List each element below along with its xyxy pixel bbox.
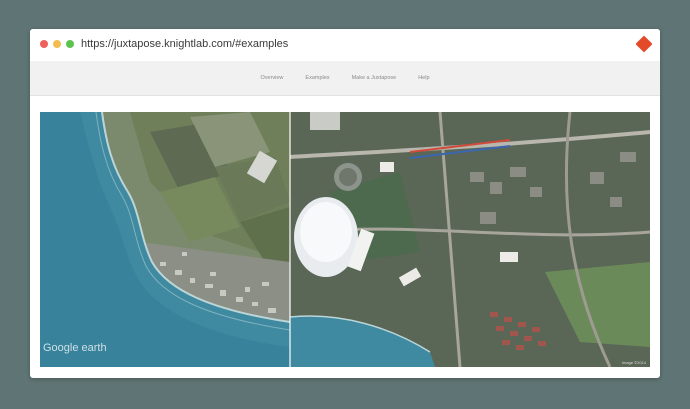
juxtapose-diamond-icon bbox=[635, 35, 653, 53]
image-attribution: Image ©2014 bbox=[621, 360, 646, 365]
juxtapose-comparison-slider[interactable]: Google earth Image ©2014 bbox=[40, 112, 650, 367]
browser-titlebar: https://juxtapose.knightlab.com/#example… bbox=[30, 29, 660, 61]
close-window-button[interactable] bbox=[40, 40, 48, 48]
after-satellite-image bbox=[290, 112, 650, 367]
browser-window: https://juxtapose.knightlab.com/#example… bbox=[30, 29, 660, 378]
google-earth-watermark: Google earth bbox=[43, 342, 107, 354]
minimize-window-button[interactable] bbox=[53, 40, 61, 48]
nav-menu: Overview Examples Make a Juxtapose Help bbox=[30, 75, 660, 81]
before-satellite-image bbox=[40, 112, 290, 367]
nav-overview-link[interactable]: Overview bbox=[260, 75, 283, 81]
nav-help-link[interactable]: Help bbox=[418, 75, 429, 81]
site-navbar: Overview Examples Make a Juxtapose Help bbox=[30, 61, 660, 96]
nav-examples-link[interactable]: Examples bbox=[305, 75, 329, 81]
maximize-window-button[interactable] bbox=[66, 40, 74, 48]
nav-make-juxtapose-link[interactable]: Make a Juxtapose bbox=[352, 75, 397, 81]
address-bar[interactable]: https://juxtapose.knightlab.com/#example… bbox=[81, 38, 288, 50]
slider-handle[interactable] bbox=[289, 112, 291, 367]
